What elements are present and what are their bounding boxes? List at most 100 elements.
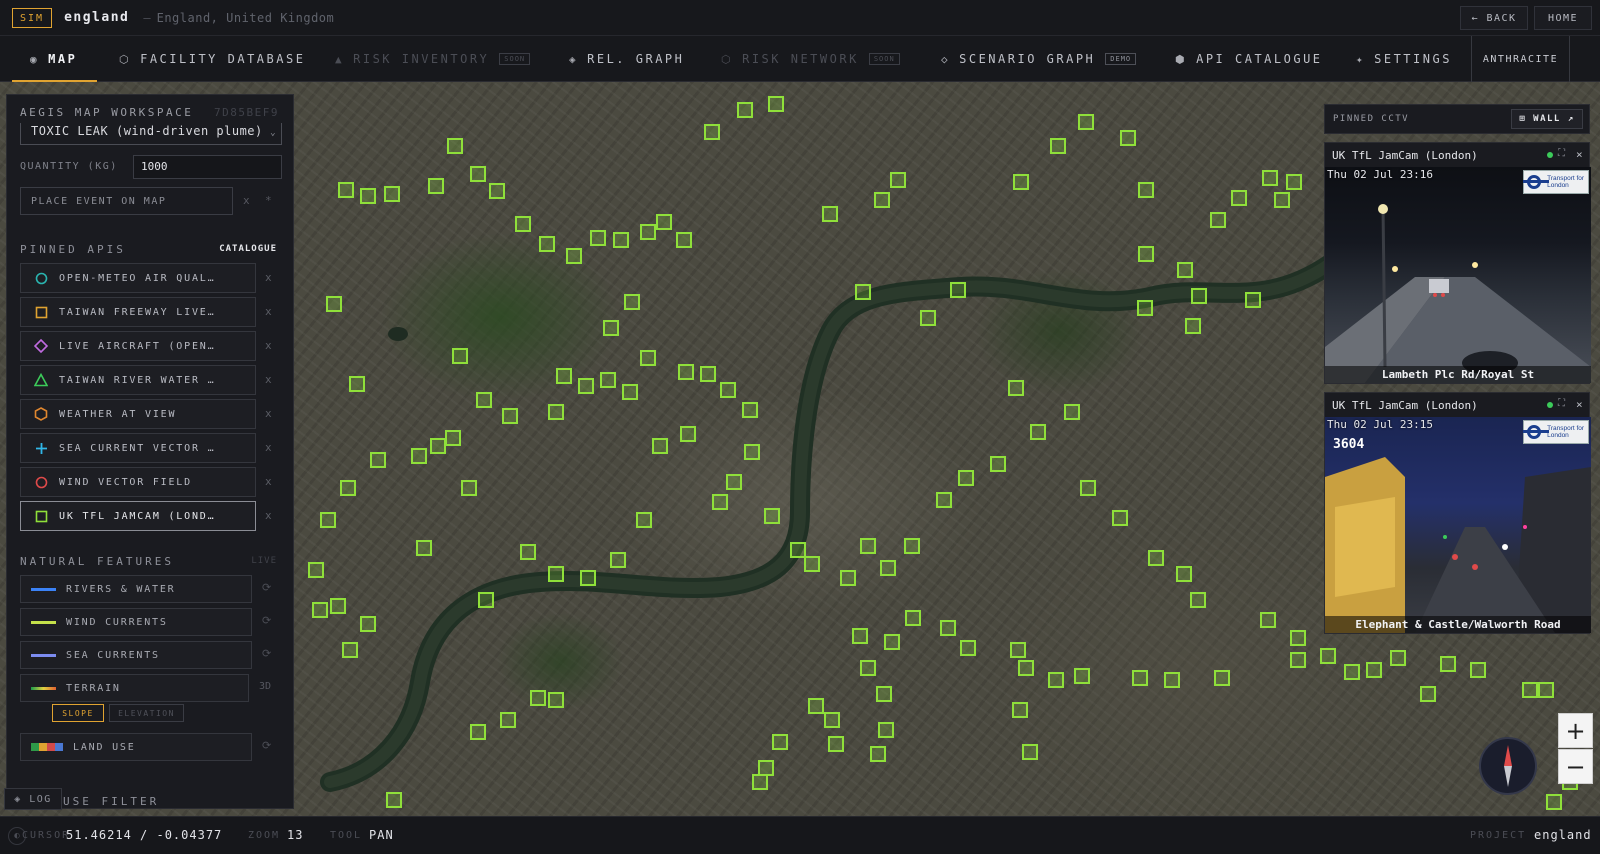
jamcam-marker[interactable] — [1112, 510, 1128, 526]
reload-icon[interactable]: ⟳ — [262, 647, 271, 660]
jamcam-marker[interactable] — [308, 562, 324, 578]
elevation-mode-button[interactable]: ELEVATION — [109, 704, 184, 722]
jamcam-marker[interactable] — [822, 206, 838, 222]
remove-api-button[interactable]: x — [265, 441, 272, 454]
jamcam-marker[interactable] — [1022, 744, 1038, 760]
jamcam-marker[interactable] — [1231, 190, 1247, 206]
expand-icon[interactable]: ⛶ — [1558, 398, 1565, 409]
jamcam-marker[interactable] — [411, 448, 427, 464]
jamcam-marker[interactable] — [1132, 670, 1148, 686]
jamcam-marker[interactable] — [320, 512, 336, 528]
jamcam-marker[interactable] — [1214, 670, 1230, 686]
jamcam-marker[interactable] — [640, 350, 656, 366]
jamcam-marker[interactable] — [656, 214, 672, 230]
jamcam-marker[interactable] — [1190, 592, 1206, 608]
jamcam-marker[interactable] — [1538, 682, 1554, 698]
jamcam-marker[interactable] — [1440, 656, 1456, 672]
jamcam-marker[interactable] — [958, 470, 974, 486]
tab-api-catalogue[interactable]: ⬢ API CATALOGUE — [1175, 36, 1323, 82]
jamcam-marker[interactable] — [1080, 480, 1096, 496]
jamcam-marker[interactable] — [1013, 174, 1029, 190]
cctv-feed[interactable]: Thu 02 Jul 23:15 3604 Transport for Lond… — [1325, 417, 1591, 633]
jamcam-marker[interactable] — [1018, 660, 1034, 676]
jamcam-marker[interactable] — [652, 438, 668, 454]
tab-rel-graph[interactable]: ◈ REL. GRAPH — [569, 36, 684, 82]
jamcam-marker[interactable] — [489, 183, 505, 199]
jamcam-marker[interactable] — [370, 452, 386, 468]
jamcam-marker[interactable] — [1012, 702, 1028, 718]
jamcam-marker[interactable] — [1074, 668, 1090, 684]
jamcam-marker[interactable] — [1470, 662, 1486, 678]
wall-button[interactable]: ⊞ WALL ↗ — [1511, 109, 1583, 129]
jamcam-marker[interactable] — [704, 124, 720, 140]
jamcam-marker[interactable] — [1008, 380, 1024, 396]
tab-settings[interactable]: ✦ SETTINGS — [1356, 36, 1452, 82]
jamcam-marker[interactable] — [950, 282, 966, 298]
jamcam-marker[interactable] — [1546, 794, 1562, 810]
jamcam-marker[interactable] — [1138, 182, 1154, 198]
jamcam-marker[interactable] — [461, 480, 477, 496]
jamcam-marker[interactable] — [1078, 114, 1094, 130]
jamcam-marker[interactable] — [1120, 130, 1136, 146]
jamcam-marker[interactable] — [636, 512, 652, 528]
jamcam-marker[interactable] — [852, 628, 868, 644]
jamcam-marker[interactable] — [764, 508, 780, 524]
jamcam-marker[interactable] — [640, 224, 656, 240]
jamcam-marker[interactable] — [824, 712, 840, 728]
jamcam-marker[interactable] — [920, 310, 936, 326]
jamcam-marker[interactable] — [556, 368, 572, 384]
jamcam-marker[interactable] — [1191, 288, 1207, 304]
jamcam-marker[interactable] — [1030, 424, 1046, 440]
jamcam-marker[interactable] — [340, 480, 356, 496]
jamcam-marker[interactable] — [676, 232, 692, 248]
jamcam-marker[interactable] — [726, 474, 742, 490]
jamcam-marker[interactable] — [478, 592, 494, 608]
jamcam-marker[interactable] — [936, 492, 952, 508]
feature-layer-item[interactable]: RIVERS & WATER — [20, 575, 252, 603]
pinned-api-item[interactable]: WEATHER AT VIEW — [20, 399, 256, 429]
pinned-api-item[interactable]: SEA CURRENT VECTOR … — [20, 433, 256, 463]
jamcam-marker[interactable] — [874, 192, 890, 208]
jamcam-marker[interactable] — [1366, 662, 1382, 678]
zoom-in-button[interactable]: + — [1558, 713, 1593, 748]
jamcam-marker[interactable] — [1290, 630, 1306, 646]
jamcam-marker[interactable] — [539, 236, 555, 252]
jamcam-marker[interactable] — [742, 402, 758, 418]
remove-api-button[interactable]: x — [265, 509, 272, 522]
jamcam-marker[interactable] — [1048, 672, 1064, 688]
jamcam-marker[interactable] — [1137, 300, 1153, 316]
jamcam-marker[interactable] — [1164, 672, 1180, 688]
reload-icon[interactable]: ⟳ — [262, 739, 271, 752]
feature-layer-item[interactable]: WIND CURRENTS — [20, 608, 252, 636]
jamcam-marker[interactable] — [720, 382, 736, 398]
tab-scenario-graph[interactable]: ◇ SCENARIO GRAPH DEMO — [941, 36, 1137, 82]
jamcam-marker[interactable] — [905, 610, 921, 626]
cctv-feed[interactable]: Thu 02 Jul 23:16 Transport for London La… — [1325, 167, 1591, 383]
feature-layer-item[interactable]: SEA CURRENTS — [20, 641, 252, 669]
jamcam-marker[interactable] — [476, 392, 492, 408]
jamcam-marker[interactable] — [502, 408, 518, 424]
jamcam-marker[interactable] — [890, 172, 906, 188]
expand-icon[interactable]: ⛶ — [1558, 148, 1565, 159]
close-icon[interactable]: × — [1576, 398, 1583, 411]
remove-api-button[interactable]: x — [265, 271, 272, 284]
jamcam-marker[interactable] — [876, 686, 892, 702]
jamcam-marker[interactable] — [1138, 246, 1154, 262]
jamcam-marker[interactable] — [566, 248, 582, 264]
zoom-out-button[interactable]: − — [1558, 749, 1593, 784]
jamcam-marker[interactable] — [880, 560, 896, 576]
jamcam-marker[interactable] — [737, 102, 753, 118]
jamcam-marker[interactable] — [515, 216, 531, 232]
jamcam-marker[interactable] — [1210, 212, 1226, 228]
place-event-button[interactable]: PLACE EVENT ON MAP — [20, 187, 233, 215]
jamcam-marker[interactable] — [624, 294, 640, 310]
jamcam-marker[interactable] — [386, 792, 402, 808]
tab-risk-inventory[interactable]: ▲ RISK INVENTORY SOON — [335, 36, 531, 82]
jamcam-marker[interactable] — [1262, 170, 1278, 186]
jamcam-marker[interactable] — [1286, 174, 1302, 190]
jamcam-marker[interactable] — [447, 138, 463, 154]
jamcam-marker[interactable] — [772, 734, 788, 750]
terrain-3d-toggle[interactable]: 3D — [259, 681, 271, 692]
jamcam-marker[interactable] — [548, 404, 564, 420]
jamcam-marker[interactable] — [470, 166, 486, 182]
